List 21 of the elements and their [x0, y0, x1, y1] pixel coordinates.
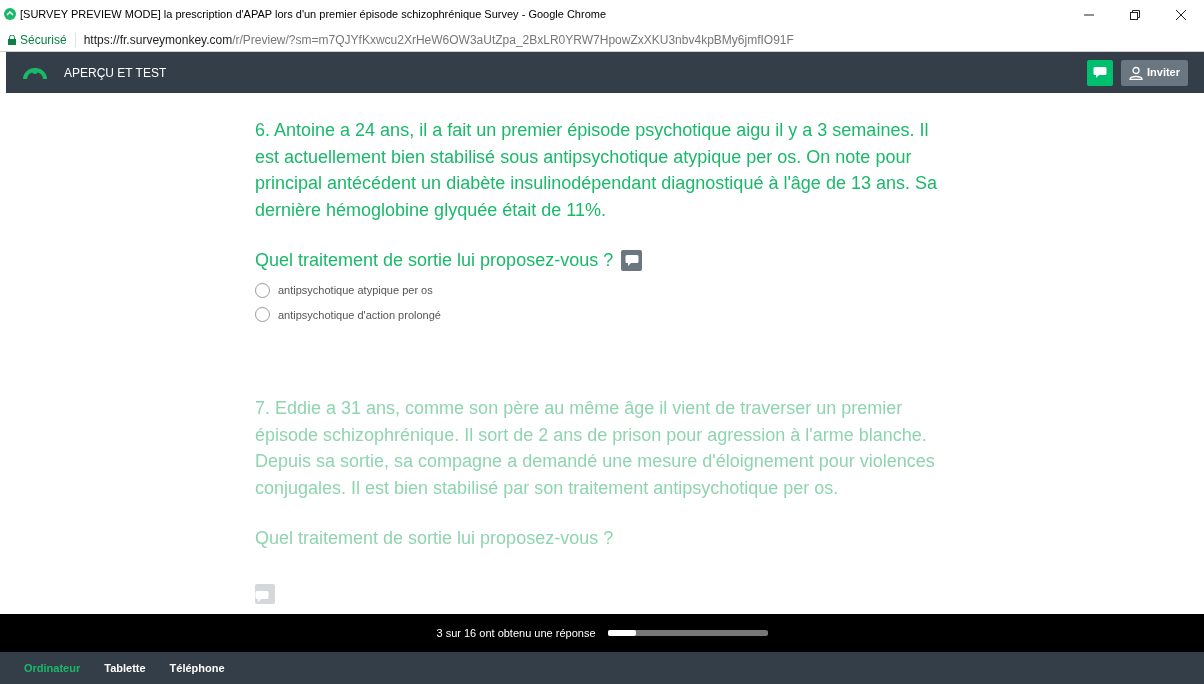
question-prompt: Quel traitement de sortie lui proposez-vous ?	[255, 249, 614, 272]
person-icon	[1129, 65, 1143, 80]
header-title: APERÇU ET TEST	[64, 64, 167, 82]
invite-button[interactable]: Inviter	[1121, 59, 1188, 86]
browser-logo-icon	[4, 8, 16, 20]
progress-text: 3 sur 16 ont obtenu une réponse	[436, 625, 596, 641]
security-label: Sécurisé	[20, 31, 67, 49]
lock-icon	[8, 34, 16, 45]
option-label: antipsychotique d'action prolongé	[278, 307, 441, 323]
device-tab[interactable]: Tablette	[104, 659, 146, 677]
device-tab[interactable]: Téléphone	[169, 659, 225, 677]
url-text[interactable]: https://fr.surveymonkey.com/r/Preview/?sm=m7QJYfKxwcu2XrHeW6OW3aUtZpa_2BxLR0YRW7HpowZxXKU3nbv4kpBMy6jmfIO91F	[83, 30, 794, 49]
comment-button[interactable]	[1087, 59, 1113, 86]
device-tab[interactable]: Ordinateur	[24, 659, 81, 677]
question-prompt: Quel traitement de sortie lui proposez-vous ?	[255, 527, 614, 550]
question-text: 7. Eddie a 31 ans, comme son père au même âge il vient de traverser un premier épisode schizophrénique. Il sort de 2 ans de prison pour agression à l'arme blanche. Depuis sa sortie, sa compagne a demandé une mesure d'éloignement pour violences conjugales. Il est bien stabilisé par son traitement antipsychotique per os.	[255, 397, 936, 500]
option-label: antipsychotique atypique per os	[278, 283, 433, 298]
question-text: 6. Antoine a 24 ans, il a fait un premier épisode psychotique aigu il y a 3 semaines. Il est actuellement bien stabilisé sous antipsychotique atypique per os. On note pour principal antécédent un diabète insulinodépendant diagnostiqué à l'âge de 13 ans. Sa dernière hémoglobine glyquée était de 11%.	[255, 119, 938, 222]
chat-bubble-icon	[1093, 66, 1107, 79]
comment-icon[interactable]	[621, 250, 643, 271]
window-title: [SURVEY PREVIEW MODE] la prescription d'APAP lors d'un premier épisode schizophrénique Survey - Google Chrome	[20, 6, 607, 22]
